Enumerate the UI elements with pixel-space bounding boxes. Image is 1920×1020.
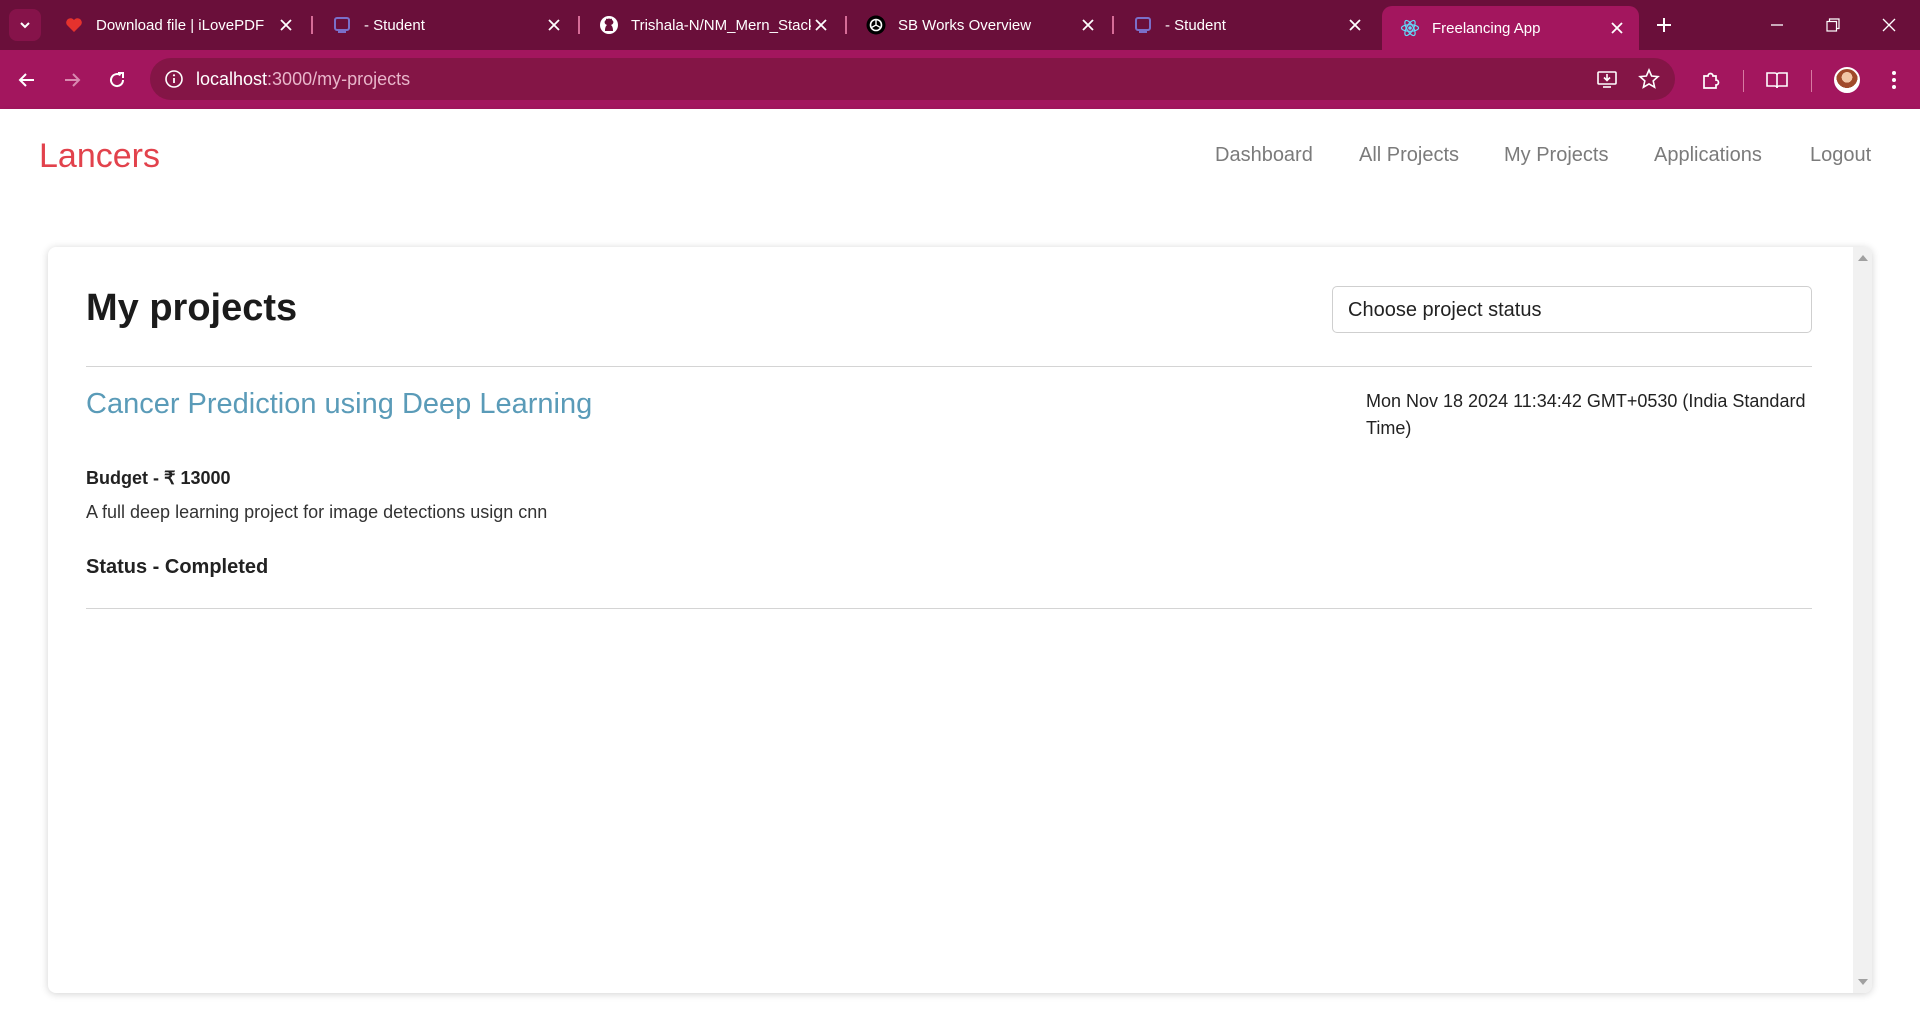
tab-title: Download file | iLovePDF — [96, 16, 265, 34]
page-title: My projects — [86, 287, 298, 329]
nav-my-projects[interactable]: My Projects — [1504, 144, 1608, 167]
nav-applications[interactable]: Applications — [1654, 144, 1762, 167]
close-window-button[interactable] — [1866, 8, 1912, 42]
more-vertical-icon — [1892, 71, 1896, 89]
page-content: My projects Choose project status Cancer… — [0, 200, 1920, 1020]
close-icon[interactable] — [1078, 15, 1098, 35]
nav-all-projects[interactable]: All Projects — [1359, 144, 1459, 167]
url-text[interactable]: localhost:3000/my-projects — [196, 69, 410, 90]
restore-icon — [1826, 18, 1840, 32]
reload-button[interactable] — [99, 62, 135, 98]
address-bar[interactable]: localhost:3000/my-projects — [150, 58, 1675, 100]
projects-card: My projects Choose project status Cancer… — [48, 247, 1872, 993]
tab-separator — [311, 16, 313, 34]
browser-tabstrip: Download file | iLovePDF - Student Trish… — [0, 0, 1920, 50]
project-title-link[interactable]: Cancer Prediction using Deep Learning — [86, 388, 592, 421]
puzzle-icon — [1703, 72, 1720, 89]
tab-freelancing-app[interactable]: Freelancing App — [1382, 6, 1639, 50]
tab-title: - Student — [364, 16, 425, 34]
student-portal-icon — [1133, 15, 1153, 35]
tab-title: Freelancing App — [1432, 19, 1541, 37]
tab-github[interactable]: Trishala-N/NM_Mern_Stack — [581, 6, 843, 44]
nav-logout[interactable]: Logout — [1810, 144, 1871, 167]
install-app-icon[interactable] — [1595, 67, 1619, 91]
close-icon[interactable] — [276, 15, 296, 35]
minimize-icon — [1771, 24, 1783, 26]
url-host: localhost — [196, 69, 268, 89]
close-icon[interactable] — [811, 15, 831, 35]
project-description: A full deep learning project for image d… — [86, 502, 548, 522]
close-icon[interactable] — [1345, 15, 1365, 35]
browser-menu-button[interactable] — [1876, 62, 1912, 98]
tab-title: SB Works Overview — [898, 16, 1032, 34]
project-status: Status - Completed — [86, 556, 269, 578]
chevron-down-icon — [20, 22, 30, 29]
browser-toolbar: localhost:3000/my-projects — [0, 50, 1920, 109]
scroll-down-arrow-icon[interactable] — [1857, 977, 1868, 987]
reload-icon — [110, 72, 125, 88]
close-icon[interactable] — [544, 15, 564, 35]
tab-separator — [1112, 16, 1114, 34]
project-date: Mon Nov 18 2024 11:34:42 GMT+0530 (India… — [1366, 391, 1806, 438]
divider — [86, 608, 1812, 609]
close-icon — [1882, 18, 1896, 32]
ilovepdf-heart-icon — [64, 15, 84, 35]
plus-icon — [1657, 18, 1671, 32]
arrow-right-icon — [65, 73, 81, 87]
openai-icon — [866, 15, 886, 35]
tab-separator — [845, 16, 847, 34]
close-icon[interactable] — [1607, 18, 1627, 38]
bookmark-star-icon[interactable] — [1637, 67, 1661, 91]
brand-logo[interactable]: Lancers — [39, 137, 160, 176]
toolbar-separator — [1743, 70, 1744, 92]
app-navbar: Lancers Dashboard All Projects My Projec… — [0, 109, 1920, 200]
nav-dashboard[interactable]: Dashboard — [1215, 144, 1313, 167]
tab-title: - Student — [1165, 16, 1226, 34]
tab-title: Trishala-N/NM_Mern_Stack — [631, 16, 811, 34]
minimize-button[interactable] — [1754, 8, 1800, 42]
new-tab-button[interactable] — [1651, 12, 1677, 38]
tab-search-button[interactable] — [9, 9, 41, 41]
book-icon — [1766, 72, 1788, 89]
url-path: :3000/my-projects — [267, 69, 411, 89]
arrow-left-icon — [18, 73, 34, 87]
tab-separator — [578, 16, 580, 34]
react-icon — [1400, 18, 1420, 38]
github-icon — [599, 15, 619, 35]
project-budget: Budget - ₹ 13000 — [86, 468, 231, 488]
tab-ilovepdf[interactable]: Download file | iLovePDF — [46, 6, 308, 44]
forward-button[interactable] — [54, 62, 90, 98]
tab-student-2[interactable]: - Student — [1115, 6, 1377, 44]
back-button[interactable] — [9, 62, 45, 98]
divider — [86, 366, 1812, 367]
tab-sb-works[interactable]: SB Works Overview — [848, 6, 1110, 44]
extensions-button[interactable] — [1693, 62, 1729, 98]
toolbar-separator — [1811, 70, 1812, 92]
project-status-select[interactable]: Choose project status — [1332, 286, 1812, 333]
site-info-icon[interactable] — [160, 65, 188, 93]
scroll-up-arrow-icon[interactable] — [1857, 252, 1868, 262]
profile-avatar[interactable] — [1834, 67, 1860, 93]
student-portal-icon — [332, 15, 352, 35]
reading-mode-button[interactable] — [1759, 62, 1795, 98]
restore-button[interactable] — [1810, 8, 1856, 42]
scrollbar[interactable] — [1853, 247, 1872, 993]
tab-student-1[interactable]: - Student — [314, 6, 576, 44]
